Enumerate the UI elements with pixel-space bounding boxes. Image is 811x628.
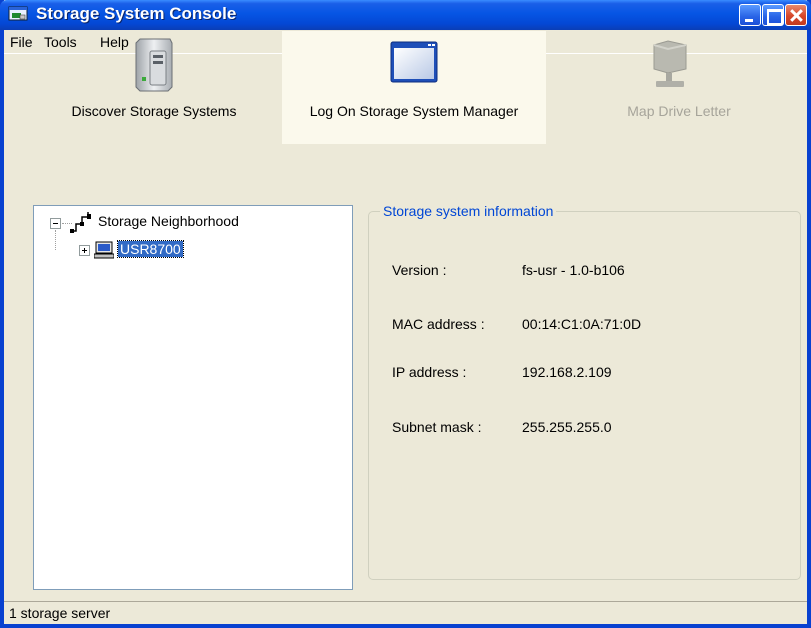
computer-icon	[94, 241, 114, 259]
storage-info-title: Storage system information	[380, 203, 557, 219]
collapse-toggle[interactable]	[50, 218, 61, 229]
expand-toggle[interactable]	[79, 245, 90, 256]
console-app-icon	[8, 6, 28, 21]
ip-address-label: IP address :	[392, 364, 467, 380]
tree-connector-line	[55, 230, 56, 250]
close-button[interactable]	[785, 4, 807, 26]
storage-server-icon	[135, 38, 173, 92]
storage-tree-view[interactable]: Storage Neighborhood USR8700	[33, 205, 353, 590]
window-title: Storage System Console	[36, 4, 237, 23]
browser-window-icon	[390, 41, 438, 83]
mac-address-value: 00:14:C1:0A:71:0D	[522, 316, 642, 332]
network-drive-icon	[653, 40, 687, 87]
tree-node-usr8700[interactable]: USR8700	[117, 240, 184, 258]
application-window: Storage System Console File Tools Help D…	[0, 0, 811, 628]
subnet-mask-value: 255.255.255.0	[522, 419, 612, 435]
discover-label: Discover Storage Systems	[71, 103, 237, 119]
network-icon	[70, 212, 91, 233]
mac-address-label: MAC address :	[392, 316, 485, 332]
discover-storage-systems-button[interactable]: Discover Storage Systems	[34, 31, 274, 144]
menu-file[interactable]: File	[10, 34, 33, 50]
status-bar: 1 storage server	[4, 601, 807, 624]
version-label: Version :	[392, 262, 447, 278]
version-value: fs-usr - 1.0-b106	[522, 262, 625, 278]
map-label: Map Drive Letter	[627, 103, 731, 119]
tree-node-label: USR8700	[117, 240, 184, 258]
maximize-button[interactable]	[762, 4, 784, 26]
logon-label: Log On Storage System Manager	[309, 103, 519, 119]
map-drive-letter-button[interactable]: Map Drive Letter	[564, 31, 794, 144]
subnet-mask-label: Subnet mask :	[392, 419, 482, 435]
ip-address-value: 192.168.2.109	[522, 364, 612, 380]
tree-root-label[interactable]: Storage Neighborhood	[98, 213, 239, 229]
title-bar[interactable]: Storage System Console	[0, 0, 811, 30]
status-text: 1 storage server	[9, 605, 111, 621]
log-on-storage-system-manager-button[interactable]: Log On Storage System Manager	[282, 31, 546, 144]
minimize-button[interactable]	[739, 4, 761, 26]
